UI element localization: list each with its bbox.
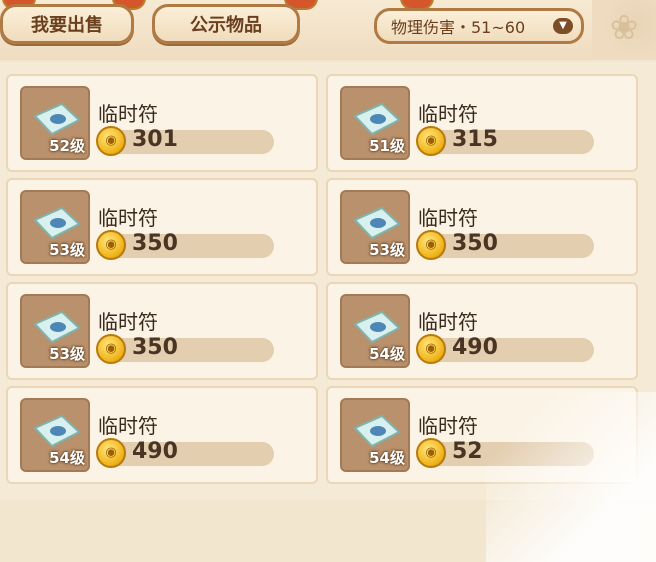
price-bar — [424, 234, 594, 258]
talisman-icon — [353, 102, 401, 136]
list-item[interactable]: 52级 临时符 ◉ 301 — [6, 74, 318, 172]
item-price: 490 — [132, 439, 178, 464]
item-name: 临时符 — [418, 206, 478, 230]
price-bar — [104, 234, 274, 258]
tab-public-items-label: 公示物品 — [190, 15, 262, 36]
price-bar — [424, 338, 594, 362]
talisman-icon — [353, 310, 401, 344]
item-level: 53级 — [49, 241, 85, 259]
item-level: 51级 — [369, 137, 405, 155]
item-name: 临时符 — [418, 102, 478, 126]
chevron-down-icon[interactable]: ▼ — [553, 18, 573, 34]
item-level: 53级 — [369, 241, 405, 259]
item-list: 52级 临时符 ◉ 301 51级 临时符 ◉ 315 53级 临时符 ◉ 35… — [0, 62, 656, 562]
gold-coin-icon: ◉ — [96, 230, 126, 260]
list-item[interactable]: 53级 临时符 ◉ 350 — [326, 178, 638, 276]
item-name: 临时符 — [418, 310, 478, 334]
watermark-fade — [486, 392, 656, 562]
item-name: 临时符 — [98, 414, 158, 438]
gold-coin-icon: ◉ — [96, 438, 126, 468]
price-bar — [104, 442, 274, 466]
talisman-icon — [33, 414, 81, 448]
item-name: 临时符 — [418, 414, 478, 438]
item-price: 52 — [452, 439, 483, 464]
price-bar — [424, 130, 594, 154]
item-slot: 51级 — [340, 86, 410, 160]
item-slot: 54级 — [20, 398, 90, 472]
item-level: 54级 — [369, 345, 405, 363]
item-level: 54级 — [49, 449, 85, 467]
decorative-seal-icon: ❀ — [592, 0, 656, 60]
item-name: 临时符 — [98, 102, 158, 126]
talisman-icon — [33, 102, 81, 136]
item-level: 52级 — [49, 137, 85, 155]
price-bar — [104, 338, 274, 362]
tab-sell-label: 我要出售 — [31, 15, 103, 36]
filter-label: 物理伤害・51~60 — [391, 18, 526, 37]
item-price: 350 — [452, 231, 498, 256]
gold-coin-icon: ◉ — [416, 126, 446, 156]
gold-coin-icon: ◉ — [416, 334, 446, 364]
item-price: 350 — [132, 335, 178, 360]
gold-coin-icon: ◉ — [96, 126, 126, 156]
item-name: 临时符 — [98, 310, 158, 334]
list-item[interactable]: 54级 临时符 ◉ 490 — [326, 282, 638, 380]
item-slot: 53级 — [340, 190, 410, 264]
talisman-icon — [33, 206, 81, 240]
gold-coin-icon: ◉ — [416, 230, 446, 260]
category-filter-dropdown[interactable]: 物理伤害・51~60 ▼ — [374, 8, 584, 44]
item-level: 54级 — [369, 449, 405, 467]
talisman-icon — [353, 414, 401, 448]
gold-coin-icon: ◉ — [416, 438, 446, 468]
item-level: 53级 — [49, 345, 85, 363]
list-item[interactable]: 53级 临时符 ◉ 350 — [6, 178, 318, 276]
price-bar — [104, 130, 274, 154]
gold-coin-icon: ◉ — [96, 334, 126, 364]
item-price: 315 — [452, 127, 498, 152]
item-price: 490 — [452, 335, 498, 360]
item-name: 临时符 — [98, 206, 158, 230]
top-bar: 我要出售 公示物品 物理伤害・51~60 ▼ ❀ — [0, 0, 656, 60]
talisman-icon — [33, 310, 81, 344]
talisman-icon — [353, 206, 401, 240]
item-slot: 52级 — [20, 86, 90, 160]
list-item[interactable]: 53级 临时符 ◉ 350 — [6, 282, 318, 380]
tab-sell[interactable]: 我要出售 — [0, 4, 134, 44]
tab-public-items[interactable]: 公示物品 — [152, 4, 300, 44]
item-price: 301 — [132, 127, 178, 152]
item-slot: 53级 — [20, 190, 90, 264]
item-price: 350 — [132, 231, 178, 256]
list-item[interactable]: 51级 临时符 ◉ 315 — [326, 74, 638, 172]
item-slot: 54级 — [340, 398, 410, 472]
item-slot: 54级 — [340, 294, 410, 368]
list-item[interactable]: 54级 临时符 ◉ 490 — [6, 386, 318, 484]
item-slot: 53级 — [20, 294, 90, 368]
